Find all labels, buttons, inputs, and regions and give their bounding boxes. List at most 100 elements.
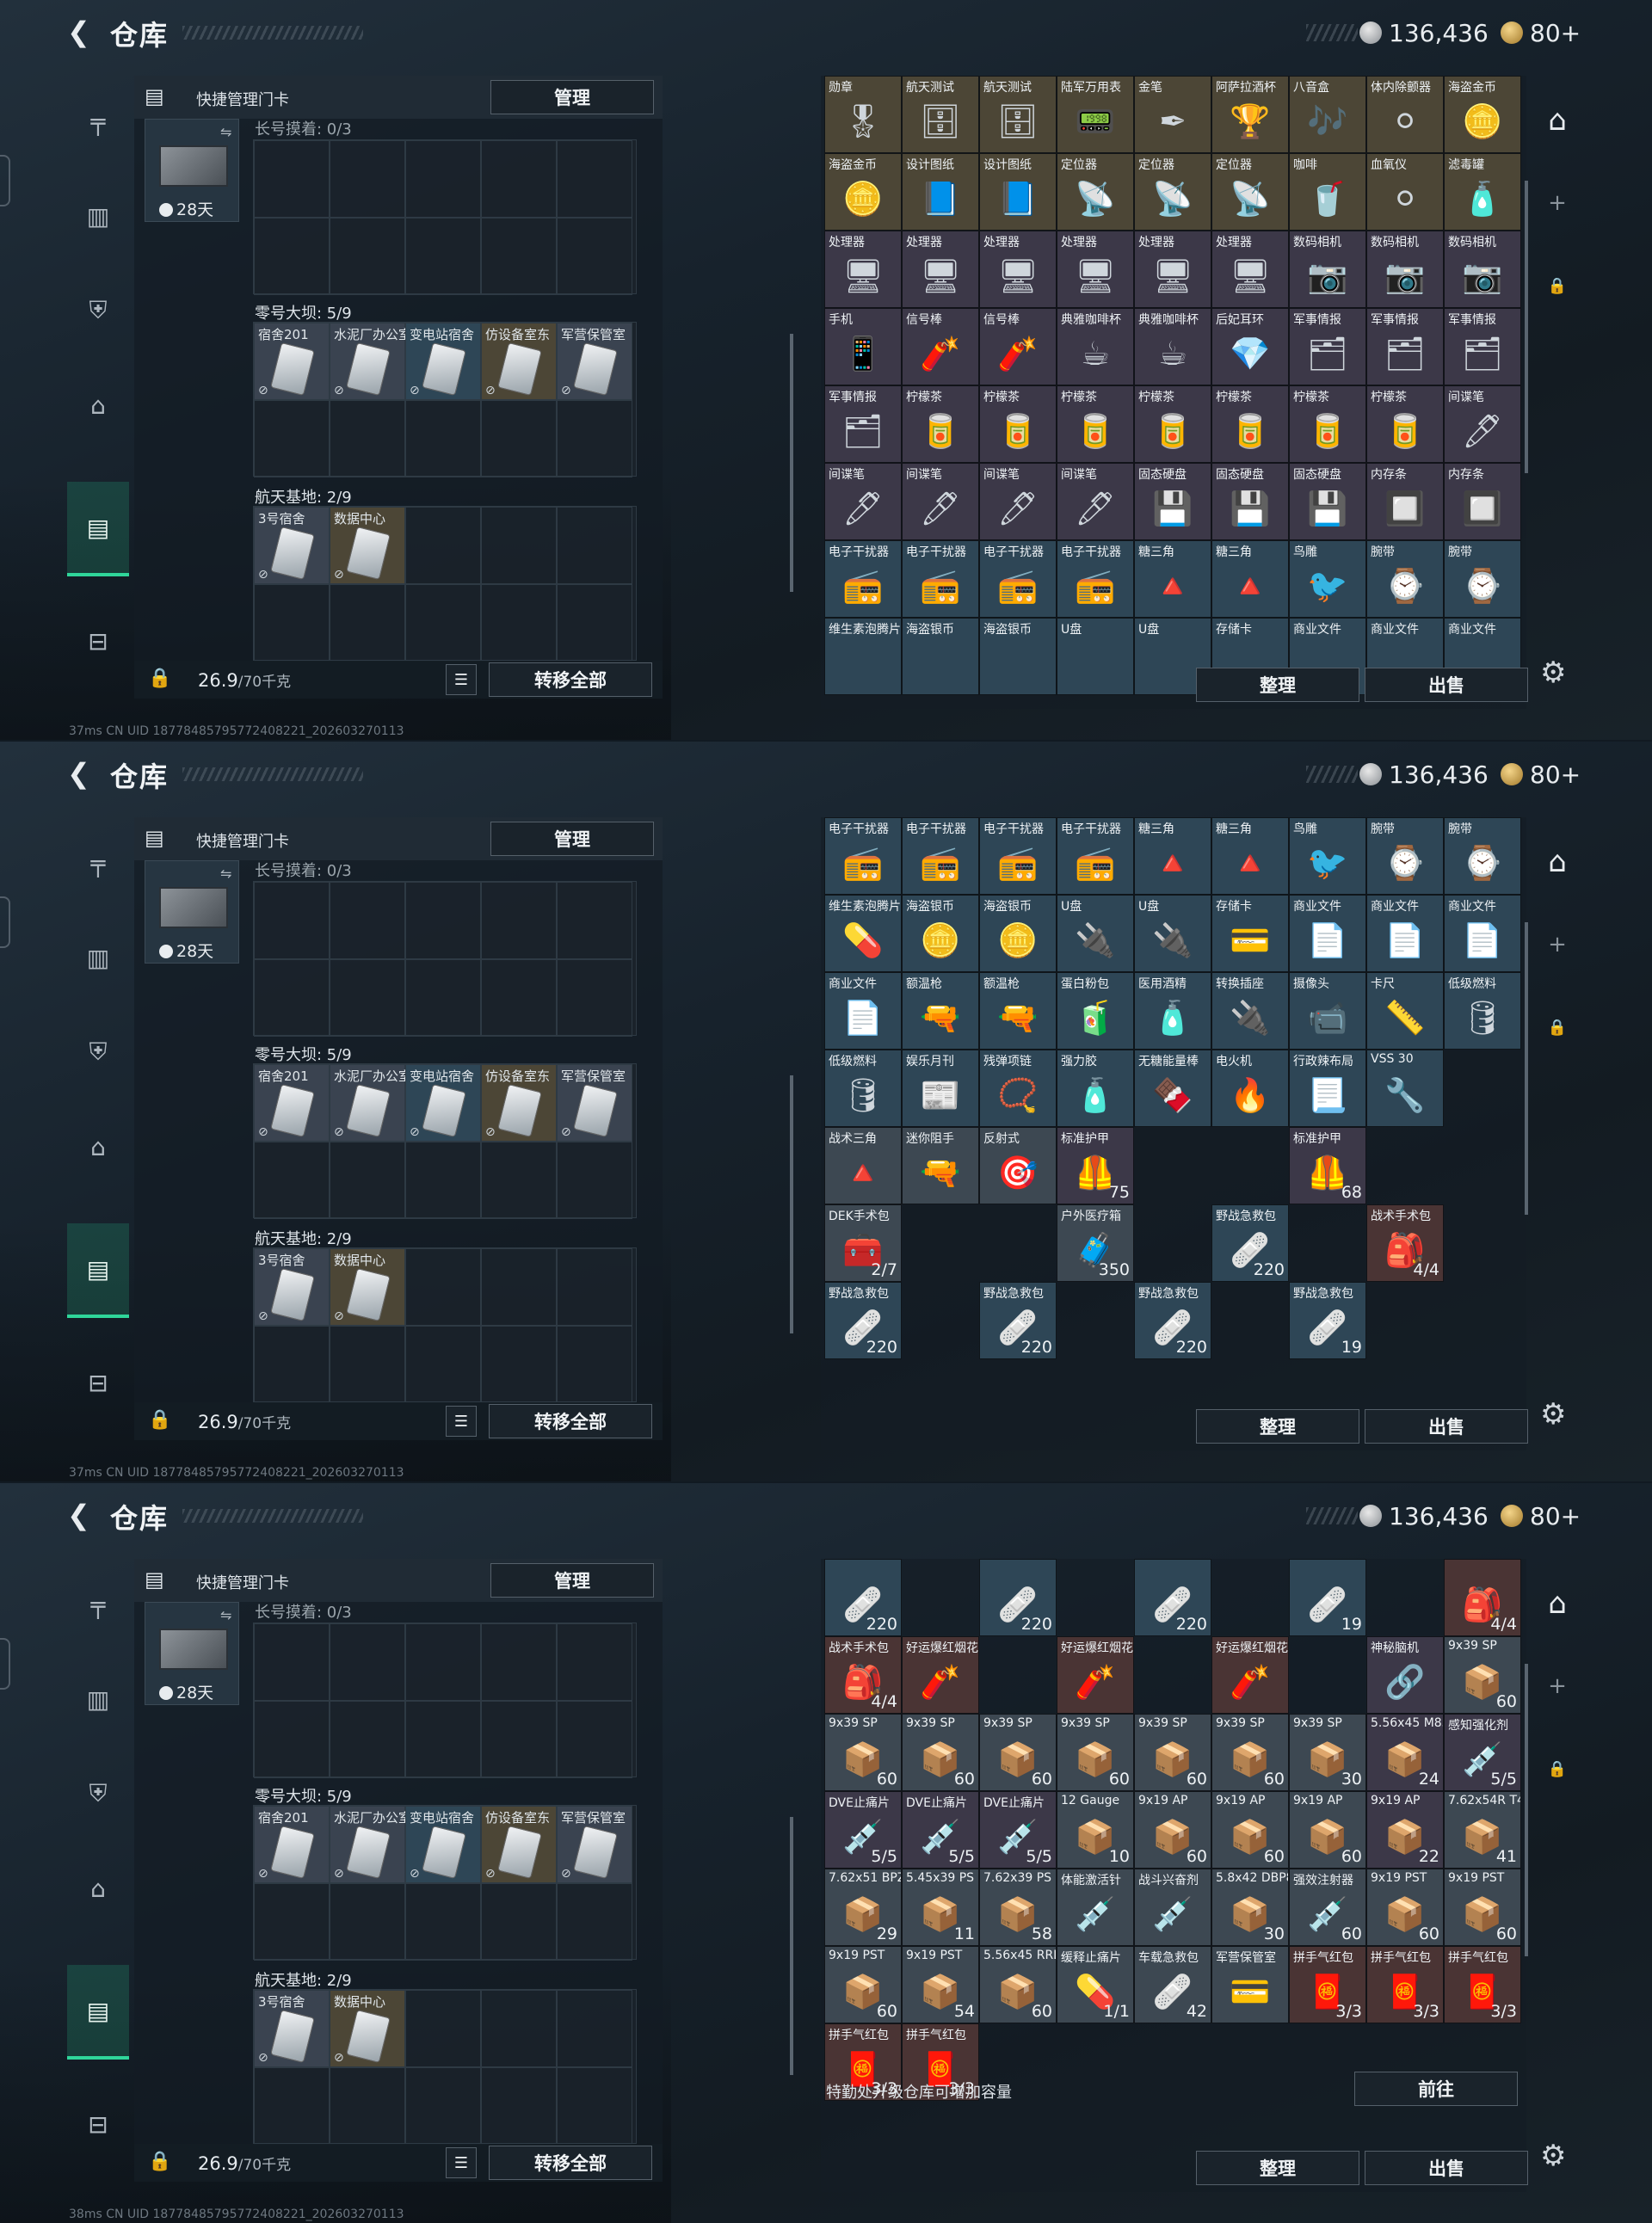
storage-item[interactable]: 低级燃料 🛢 xyxy=(1444,972,1521,1050)
storage-item[interactable]: 商业文件 📄 xyxy=(824,972,902,1050)
storage-item[interactable]: 腕带 ⌚ xyxy=(1366,817,1444,895)
storage-item[interactable]: 野战急救包 🩹 19 xyxy=(1289,1282,1366,1359)
storage-item[interactable]: 9x19 PST 📦 54 xyxy=(902,1946,979,2023)
storage-item[interactable]: 军事情报 🗂 xyxy=(1289,308,1366,385)
nav-keycards[interactable]: ▤ xyxy=(67,482,129,576)
storage-item[interactable]: U盘 🔌 xyxy=(1134,895,1211,972)
nav-keycards[interactable]: ▤ xyxy=(67,1223,129,1318)
storage-item[interactable]: 典雅咖啡杯 ☕ xyxy=(1134,308,1211,385)
empty-slot[interactable] xyxy=(254,1883,330,1961)
empty-slot[interactable] xyxy=(481,1990,557,2067)
storage-item[interactable]: 9x19 AP 📦 60 xyxy=(1134,1791,1211,1869)
empty-slot[interactable] xyxy=(557,1883,632,1961)
storage-item[interactable]: 9x19 PST 📦 60 xyxy=(824,1946,902,2023)
side-drawer-handle[interactable] xyxy=(0,896,10,948)
empty-slot[interactable] xyxy=(481,1142,557,1219)
storage-item[interactable]: 航天测试 🗄 xyxy=(979,76,1057,153)
storage-item[interactable]: 9x19 AP 📦 22 xyxy=(1366,1791,1444,1869)
empty-slot[interactable] xyxy=(254,218,330,295)
storage-item[interactable]: 额温枪 🔫 xyxy=(979,972,1057,1050)
empty-slot[interactable] xyxy=(481,2067,557,2145)
storage-item[interactable]: 数码相机 📷 xyxy=(1366,231,1444,308)
empty-slot[interactable] xyxy=(330,584,405,662)
storage-item[interactable]: 电子干扰器 📻 xyxy=(902,540,979,618)
storage-item[interactable]: 强效注射器 💉 60 xyxy=(1289,1869,1366,1946)
storage-item[interactable]: 手机 📱 xyxy=(824,308,902,385)
empty-slot[interactable] xyxy=(557,218,632,295)
storage-item[interactable]: 野战急救包 🩹 220 xyxy=(824,1282,902,1359)
empty-slot[interactable] xyxy=(254,882,330,959)
storage-item[interactable]: 柠檬茶 🥫 xyxy=(1211,385,1289,463)
empty-slot[interactable] xyxy=(557,1326,632,1403)
storage-item[interactable]: 内存条 🔲 xyxy=(1444,463,1521,540)
empty-slot[interactable] xyxy=(557,2067,632,2145)
empty-slot[interactable] xyxy=(254,959,330,1037)
keycard-slot[interactable]: 军营保管室 ⊘ xyxy=(557,1806,632,1883)
keycard-slot[interactable]: 水泥厂办公室 ⊘ xyxy=(330,1806,406,1883)
keycard-slot[interactable]: 水泥厂办公室 ⊘ xyxy=(330,323,406,400)
sort-button[interactable]: 整理 xyxy=(1196,2151,1359,2185)
transfer-all-button[interactable]: 转移全部 xyxy=(489,662,652,697)
empty-slot[interactable] xyxy=(481,140,557,218)
empty-slot[interactable] xyxy=(405,584,481,662)
storage-item[interactable]: 9x19 PST 📦 60 xyxy=(1366,1869,1444,1946)
storage-item[interactable]: 标准护甲 🦺 75 xyxy=(1057,1127,1134,1204)
storage-item[interactable]: 转换插座 🔌 xyxy=(1211,972,1289,1050)
empty-slot[interactable] xyxy=(330,140,405,218)
side-drawer-handle[interactable] xyxy=(0,155,10,206)
storage-item[interactable]: 数码相机 📷 xyxy=(1444,231,1521,308)
storage-item[interactable]: 体能激活针 💉 xyxy=(1057,1869,1134,1946)
storage-item[interactable]: 7.62x54R T46M📦41 xyxy=(1444,1791,1521,1869)
empty-slot[interactable] xyxy=(557,1142,632,1219)
storage-item[interactable]: 7.62x39 PS 📦 58 xyxy=(979,1869,1057,1946)
storage-item[interactable]: 电子干扰器 📻 xyxy=(1057,540,1134,618)
storage-item[interactable]: 9x19 AP 📦 60 xyxy=(1211,1791,1289,1869)
goto-button[interactable]: 前往 xyxy=(1354,2072,1518,2106)
empty-slot[interactable] xyxy=(557,959,632,1037)
storage-item[interactable]: 电子干扰器 📻 xyxy=(1057,817,1134,895)
empty-slot[interactable] xyxy=(481,1326,557,1403)
storage-item[interactable]: 野战急救包 🩹 220 xyxy=(979,1282,1057,1359)
empty-slot[interactable] xyxy=(557,140,632,218)
storage-item[interactable]: 海盗金币 🪙 xyxy=(1444,76,1521,153)
storage-item[interactable]: 鸟雕 🐦 xyxy=(1289,540,1366,618)
storage-item[interactable]: 感知强化剂 💉 5/5 xyxy=(1444,1714,1521,1791)
nav-weapons[interactable]: ╤ xyxy=(67,74,129,169)
nav-backpack[interactable]: ⌂ xyxy=(67,358,129,453)
keycard-slot[interactable]: 3号宿舍 ⊘ xyxy=(254,1248,330,1326)
storage-item[interactable]: 12 Gauge 📦 10 xyxy=(1057,1791,1134,1869)
storage-item[interactable]: 定位器 📡 xyxy=(1211,153,1289,231)
empty-slot[interactable] xyxy=(481,1883,557,1961)
empty-slot[interactable] xyxy=(330,1623,405,1701)
empty-slot[interactable] xyxy=(481,1623,557,1701)
storage-item[interactable]: 处理器 🖥 xyxy=(1134,231,1211,308)
empty-slot[interactable] xyxy=(481,959,557,1037)
list-view-button[interactable]: ☰ xyxy=(446,1406,477,1437)
empty-slot[interactable] xyxy=(254,2067,330,2145)
storage-item[interactable]: 勋章 🎖 xyxy=(824,76,902,153)
storage-scrollbar[interactable] xyxy=(1525,922,1528,1215)
storage-item[interactable]: 柠檬茶 🥫 xyxy=(1057,385,1134,463)
empty-slot[interactable] xyxy=(254,1326,330,1403)
sort-button[interactable]: 整理 xyxy=(1196,668,1359,702)
storage-item[interactable]: 典雅咖啡杯 ☕ xyxy=(1057,308,1134,385)
storage-item[interactable]: 好运爆红烟花 🧨 xyxy=(1211,1636,1289,1714)
nav-weapons[interactable]: ╤ xyxy=(67,1557,129,1652)
empty-slot[interactable] xyxy=(481,584,557,662)
empty-slot[interactable] xyxy=(405,1142,481,1219)
gold-currency[interactable]: 80+ xyxy=(1501,1499,1581,1533)
empty-slot[interactable] xyxy=(330,1701,405,1778)
storage-item[interactable]: DVE止痛片 💉 5/5 xyxy=(824,1791,902,1869)
storage-item[interactable]: 阿萨拉酒杯 🏆 xyxy=(1211,76,1289,153)
storage-item[interactable]: 固态硬盘 💾 xyxy=(1289,463,1366,540)
list-view-button[interactable]: ☰ xyxy=(446,664,477,695)
storage-item[interactable]: 固态硬盘 💾 xyxy=(1211,463,1289,540)
storage-item[interactable]: 信号棒 🧨 xyxy=(902,308,979,385)
swap-icon[interactable]: ⇋ xyxy=(220,865,231,882)
storage-item[interactable]: 🩹 220 xyxy=(824,1559,902,1636)
empty-slot[interactable] xyxy=(481,400,557,477)
empty-slot[interactable] xyxy=(557,400,632,477)
storage-item[interactable]: 9x39 SP 📦 60 xyxy=(1057,1714,1134,1791)
keycard-slot[interactable]: 仿设备室东 ⊘ xyxy=(481,323,557,400)
storage-tab-main[interactable]: ⌂ xyxy=(1532,836,1583,888)
